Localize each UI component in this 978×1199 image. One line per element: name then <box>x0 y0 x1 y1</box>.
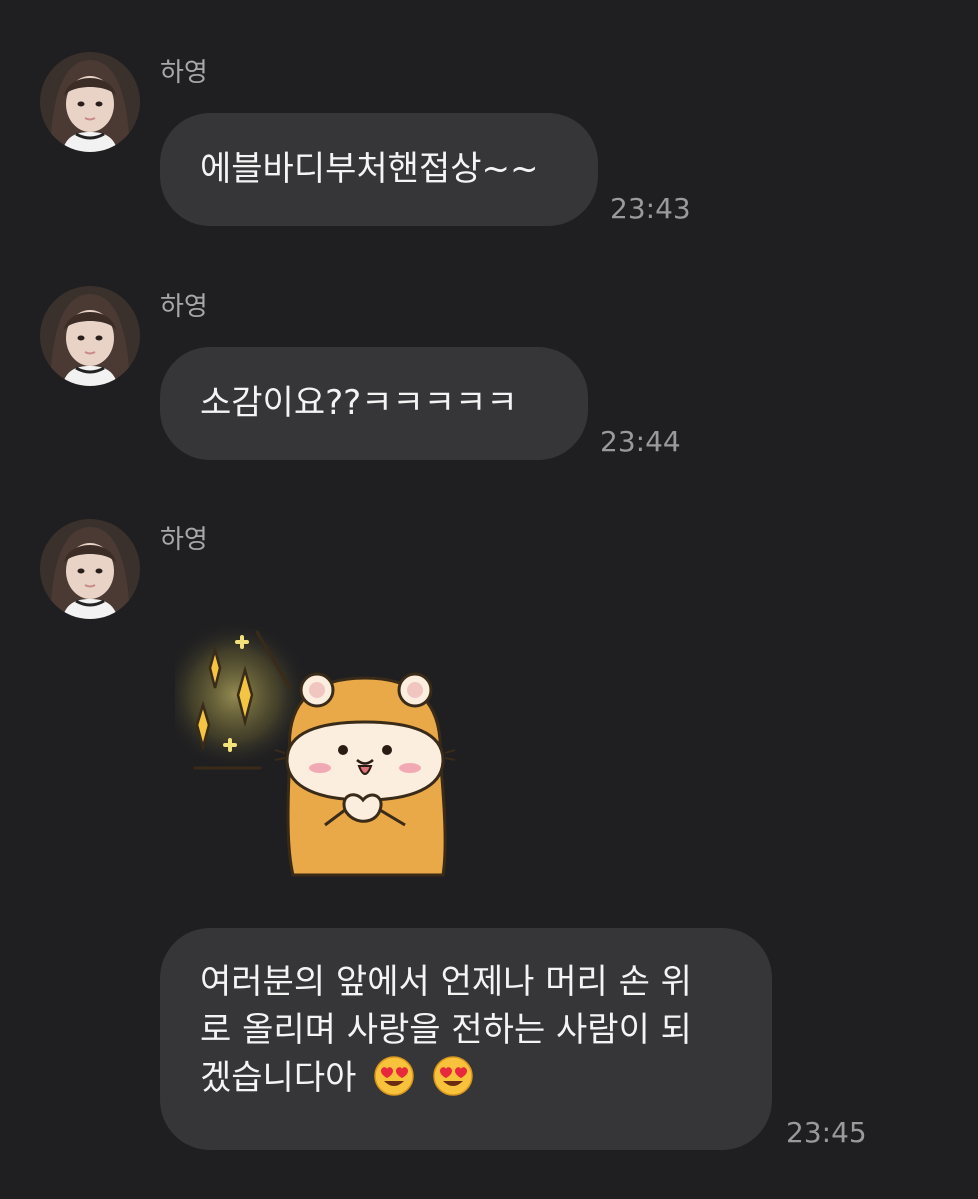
sender-avatar[interactable] <box>40 519 140 619</box>
message-text: 소감이요??ㅋㅋㅋㅋㅋ <box>200 383 518 423</box>
sender-name: 하영 <box>160 58 208 88</box>
message-text-wrap: 여러분의 앞에서 언제나 머리 손 위 로 올리며 사랑을 전하는 사람이 되 … <box>200 962 692 1098</box>
message-time: 23:43 <box>610 192 691 225</box>
hamster-sticker[interactable] <box>160 610 475 900</box>
sender-avatar[interactable] <box>40 286 140 386</box>
message-bubble[interactable]: 소감이요??ㅋㅋㅋㅋㅋ <box>160 347 588 460</box>
profile-photo-icon <box>40 286 140 386</box>
sender-name: 하영 <box>160 292 208 322</box>
profile-photo-icon <box>40 52 140 152</box>
sender-name: 하영 <box>160 525 208 555</box>
heart-eyes-emoji-icon <box>433 1056 473 1096</box>
message-time: 23:44 <box>600 425 681 458</box>
hamster-sparkle-sticker-icon <box>160 620 456 877</box>
heart-eyes-emoji-icon <box>374 1056 414 1096</box>
profile-photo-icon <box>40 519 140 619</box>
sender-avatar[interactable] <box>40 52 140 152</box>
message-text: 에블바디부처핸접상~~ <box>200 149 539 189</box>
message-bubble[interactable]: 에블바디부처핸접상~~ <box>160 113 598 226</box>
chat-screen: 하영 에블바디부처핸접상~~ 23:43 하영 소감이요??ㅋㅋㅋㅋㅋ 23:4… <box>0 0 978 1199</box>
message-time: 23:45 <box>786 1116 867 1149</box>
message-bubble[interactable]: 여러분의 앞에서 언제나 머리 손 위 로 올리며 사랑을 전하는 사람이 되 … <box>160 928 772 1150</box>
